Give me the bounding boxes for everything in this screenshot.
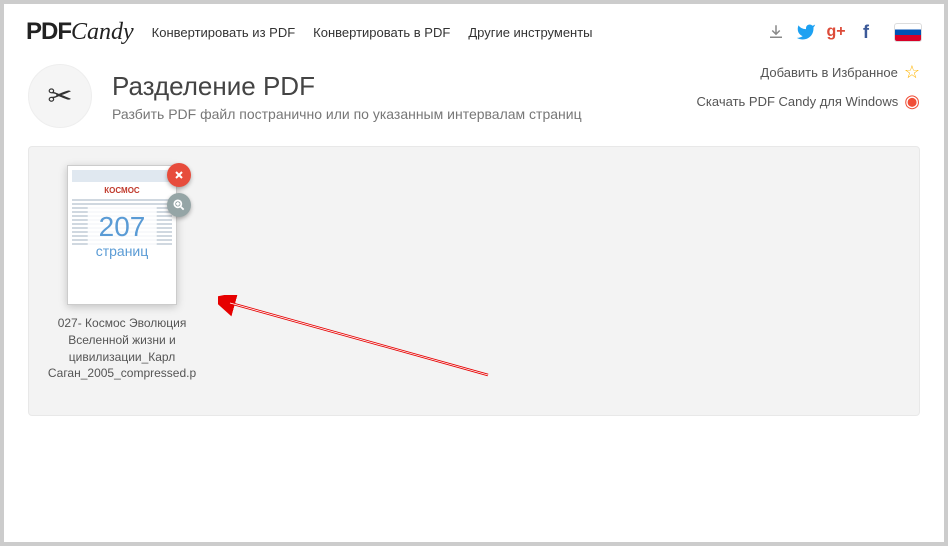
tool-icon-circle: ✂ <box>28 64 92 128</box>
page-count: 207 <box>96 211 149 243</box>
page-overlay: 207 страниц <box>88 207 157 263</box>
file-item: КОСМОС 207 страниц 027- Космос Эволюция … <box>47 165 197 382</box>
remove-file-button[interactable] <box>167 163 191 187</box>
download-windows-label: Скачать PDF Candy для Windows <box>697 94 899 109</box>
thumb-header-bar <box>72 170 172 182</box>
nav-other-tools[interactable]: Другие инструменты <box>468 25 592 40</box>
file-name: 027- Космос Эволюция Вселенной жизни и ц… <box>47 315 197 382</box>
favorite-label: Добавить в Избранное <box>760 65 897 80</box>
facebook-icon[interactable]: f <box>856 22 876 42</box>
candy-spiral-icon: ◉ <box>904 91 920 112</box>
nav-convert-to[interactable]: Конвертировать в PDF <box>313 25 450 40</box>
download-icon[interactable] <box>766 22 786 42</box>
page-label: страниц <box>96 243 149 259</box>
nav-convert-from[interactable]: Конвертировать из PDF <box>152 25 295 40</box>
header: PDFCandy Конвертировать из PDF Конвертир… <box>18 8 930 56</box>
logo[interactable]: PDFCandy <box>26 18 134 46</box>
gplus-icon[interactable]: g+ <box>826 22 846 42</box>
workspace: КОСМОС 207 страниц 027- Космос Эволюция … <box>28 146 920 416</box>
language-flag-icon[interactable] <box>894 23 922 42</box>
header-right: g+ f <box>766 22 922 42</box>
star-icon: ☆ <box>904 62 920 83</box>
scissors-icon: ✂ <box>47 79 72 114</box>
zoom-file-button[interactable] <box>167 193 191 217</box>
nav: Конвертировать из PDF Конвертировать в P… <box>152 25 593 40</box>
file-thumbnail[interactable]: КОСМОС 207 страниц <box>67 165 177 305</box>
thumb-doc-title: КОСМОС <box>68 186 176 195</box>
download-windows-link[interactable]: Скачать PDF Candy для Windows ◉ <box>697 87 920 116</box>
page-header-section: Добавить в Избранное ☆ Скачать PDF Candy… <box>18 56 930 146</box>
logo-pdf: PDF <box>26 18 71 45</box>
logo-candy: Candy <box>71 19 134 45</box>
favorite-link[interactable]: Добавить в Избранное ☆ <box>697 58 920 87</box>
tool-text: Разделение PDF Разбить PDF файл пострани… <box>112 71 582 122</box>
page-subtitle: Разбить PDF файл постранично или по указ… <box>112 106 582 122</box>
page-title: Разделение PDF <box>112 71 582 102</box>
top-links: Добавить в Избранное ☆ Скачать PDF Candy… <box>697 58 920 116</box>
twitter-icon[interactable] <box>796 22 816 42</box>
